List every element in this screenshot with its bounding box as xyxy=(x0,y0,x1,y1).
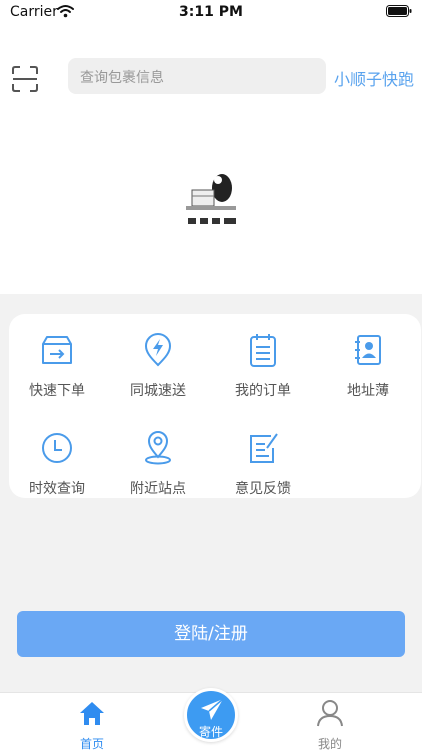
paper-plane-icon xyxy=(201,698,224,720)
feature-feedback[interactable]: 意见反馈 xyxy=(213,416,313,502)
clock-time: 3:11 PM xyxy=(179,4,243,20)
user-icon xyxy=(317,700,343,727)
feature-fast-order[interactable]: 快速下单 xyxy=(7,318,107,404)
clock-icon xyxy=(42,433,72,463)
feature-label: 我的订单 xyxy=(235,383,291,399)
feature-time-query[interactable]: 时效查询 xyxy=(7,416,107,502)
location-pin-icon xyxy=(145,431,171,465)
tab-mine[interactable]: 我的 xyxy=(280,693,380,750)
brand-link[interactable]: 小顺子快跑 xyxy=(334,66,414,90)
search-input[interactable]: 查询包裹信息 xyxy=(68,58,326,94)
feature-label: 时效查询 xyxy=(29,481,85,497)
banner-logo-image xyxy=(186,174,236,224)
tab-home-label: 首页 xyxy=(79,737,104,750)
feature-label: 同城速送 xyxy=(130,383,186,399)
send-label: 寄件 xyxy=(198,725,223,739)
feature-label: 附近站点 xyxy=(130,481,186,497)
send-package-button[interactable]: 寄件 xyxy=(184,688,238,742)
scan-icon[interactable] xyxy=(12,66,38,92)
feature-my-orders[interactable]: 我的订单 xyxy=(213,318,313,404)
edit-note-icon xyxy=(250,433,278,463)
features-card: 快速下单 同城速送 我的订单 地址薄 时效查询 附近站点 意见反馈 xyxy=(9,314,421,498)
feature-label: 快速下单 xyxy=(29,383,85,399)
contact-book-icon xyxy=(355,335,381,365)
feature-address-book[interactable]: 地址薄 xyxy=(318,318,418,404)
search-placeholder: 查询包裹信息 xyxy=(80,70,164,86)
status-bar: Carrier 3:11 PM xyxy=(0,0,422,24)
tab-mine-label: 我的 xyxy=(317,737,342,750)
fast-order-icon xyxy=(42,336,72,364)
lightning-pin-icon xyxy=(144,333,172,367)
notepad-icon xyxy=(250,334,276,367)
battery-icon xyxy=(386,5,412,17)
header: 查询包裹信息 小顺子快跑 xyxy=(0,24,422,294)
feature-label: 地址薄 xyxy=(347,383,389,399)
feature-label: 意见反馈 xyxy=(235,481,291,497)
login-register-button[interactable]: 登陆/注册 xyxy=(17,611,405,657)
tab-home[interactable]: 首页 xyxy=(42,693,142,750)
home-icon xyxy=(80,702,104,725)
feature-nearby-stations[interactable]: 附近站点 xyxy=(108,416,208,502)
feature-same-city[interactable]: 同城速送 xyxy=(108,318,208,404)
